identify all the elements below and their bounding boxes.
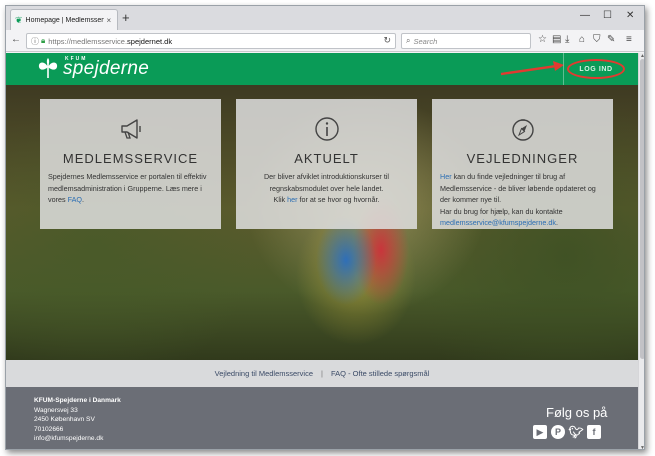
- tab-close-icon[interactable]: ×: [107, 16, 112, 25]
- search-icon: ⌕: [406, 36, 411, 45]
- info-icon: [314, 117, 339, 141]
- address-bar[interactable]: ⓘ 🔒︎ https://medlemsservice. spejdernet.d…: [26, 33, 396, 49]
- card-medlemsservice: MEDLEMSSERVICE Spejdernes Medlemsservice…: [40, 99, 221, 229]
- menu-icon[interactable]: ≡: [626, 33, 632, 47]
- footer-org-name: KFUM-Spejderne i Danmark: [34, 397, 121, 404]
- tab-strip: ❦ Homepage | Medlemsservic × + — ☐ ✕: [6, 6, 644, 30]
- window-close-icon[interactable]: ✕: [626, 8, 634, 24]
- follow-us-heading: Følg os på: [546, 405, 608, 420]
- link-separator: |: [321, 369, 323, 378]
- card-title: MEDLEMSSERVICE: [62, 151, 199, 166]
- card-title: AKTUELT: [294, 151, 359, 166]
- faq-link[interactable]: FAQ: [68, 195, 82, 204]
- lock-icon: 🔒︎: [41, 36, 46, 45]
- facebook-icon[interactable]: f: [587, 425, 601, 439]
- vertical-scrollbar[interactable]: ▲ ▼: [638, 53, 644, 449]
- site-info-icon[interactable]: ⓘ: [31, 36, 39, 47]
- link-bar: Vejledning til Medlemsservice | FAQ - Of…: [6, 360, 638, 387]
- faq-footer-link[interactable]: FAQ - Ofte stillede spørgsmål: [331, 369, 429, 378]
- card-text: kan du finde vejledninger til brug af Me…: [440, 172, 596, 204]
- twitter-icon[interactable]: 🐦︎: [568, 425, 583, 439]
- logo-kfum-text: KFUM: [65, 56, 88, 62]
- search-placeholder: Search: [413, 36, 438, 46]
- card-body: Spejdernes Medlemsservice er portalen ti…: [48, 171, 213, 206]
- megaphone-icon: [120, 119, 141, 139]
- site-logo[interactable]: KFUM spejderne: [36, 56, 149, 82]
- web-page: KFUM spejderne LOG IND MEDLEMSSERVICE Sp…: [6, 53, 638, 449]
- clipboard-icon[interactable]: ▤: [552, 33, 561, 47]
- url-host: spejdernet.dk: [127, 36, 173, 46]
- back-arrow-icon[interactable]: ←: [11, 33, 21, 47]
- footer-email[interactable]: info@kfumspejderne.dk: [34, 434, 121, 444]
- site-favicon-icon: ❦: [15, 14, 23, 25]
- card-body: Her kan du finde vejledninger til brug a…: [440, 171, 605, 229]
- youtube-icon[interactable]: ▶: [533, 425, 547, 439]
- browser-tab[interactable]: ❦ Homepage | Medlemsservic ×: [10, 9, 118, 30]
- bookmark-star-icon[interactable]: ☆: [538, 33, 547, 47]
- guide-link[interactable]: Vejledning til Medlemsservice: [215, 369, 313, 378]
- red-arrow-annotation-icon: [500, 61, 564, 76]
- footer-address: KFUM-Spejderne i Danmark Wagnersvej 33 2…: [34, 396, 121, 444]
- new-tab-button[interactable]: +: [122, 9, 130, 27]
- home-icon[interactable]: ⌂: [579, 33, 585, 47]
- card-vejledninger: VEJLEDNINGER Her kan du finde vejledning…: [432, 99, 613, 229]
- download-icon[interactable]: ⤓: [565, 33, 569, 47]
- compass-icon: [511, 119, 534, 141]
- footer-street: Wagnersvej 33: [34, 406, 78, 414]
- login-button[interactable]: LOG IND: [567, 59, 625, 79]
- social-links: ▶ P 🐦︎ f: [533, 425, 601, 439]
- card-title: VEJLEDNINGER: [466, 151, 579, 166]
- header-divider: [563, 53, 564, 85]
- reload-icon[interactable]: ↻: [383, 35, 391, 46]
- hero-section: MEDLEMSSERVICE Spejdernes Medlemsservice…: [6, 85, 638, 360]
- scroll-down-icon[interactable]: ▼: [640, 445, 644, 449]
- url-prefix: https://medlemsservice.: [48, 36, 128, 46]
- minimize-icon[interactable]: —: [580, 8, 590, 24]
- card-body: Der bliver afviklet introduktionskurser …: [244, 171, 409, 206]
- card-text-end: .: [555, 218, 558, 227]
- site-footer: KFUM-Spejderne i Danmark Wagnersvej 33 2…: [6, 387, 638, 449]
- site-header: KFUM spejderne LOG IND: [6, 53, 638, 85]
- footer-phone: 70102666: [34, 425, 64, 433]
- clover-logo-icon: [38, 58, 58, 79]
- guides-here-link[interactable]: Her: [440, 172, 452, 181]
- pinterest-icon[interactable]: P: [551, 425, 565, 439]
- aktuelt-here-link[interactable]: her: [287, 195, 297, 204]
- search-input[interactable]: ⌕ Search: [401, 33, 531, 49]
- support-email-link[interactable]: medlemsservice@kfumspejderne.dk: [440, 218, 556, 227]
- tab-title: Homepage | Medlemsservic: [25, 16, 104, 24]
- card-text: Der bliver afviklet introduktionskurser …: [263, 172, 390, 193]
- card-text-end: for at se hvor og hvornår.: [297, 195, 380, 204]
- card-aktuelt: AKTUELT Der bliver afviklet introduktion…: [236, 99, 417, 229]
- card-text: Klik: [273, 195, 288, 204]
- navigation-bar: ← ⓘ 🔒︎ https://medlemsservice. spejdernet…: [6, 30, 644, 52]
- card-text: Har du brug for hjælp, kan du kontakte: [440, 206, 563, 216]
- footer-city: 2450 København SV: [34, 416, 95, 423]
- browser-window: ❦ Homepage | Medlemsservic × + — ☐ ✕ ← ⓘ…: [5, 5, 645, 450]
- maximize-icon[interactable]: ☐: [603, 8, 612, 24]
- pocket-icon[interactable]: ⛉: [593, 33, 601, 47]
- card-text-end: .: [81, 195, 84, 204]
- extension-icon[interactable]: ✎: [607, 33, 615, 47]
- scrollbar-thumb[interactable]: [640, 59, 644, 359]
